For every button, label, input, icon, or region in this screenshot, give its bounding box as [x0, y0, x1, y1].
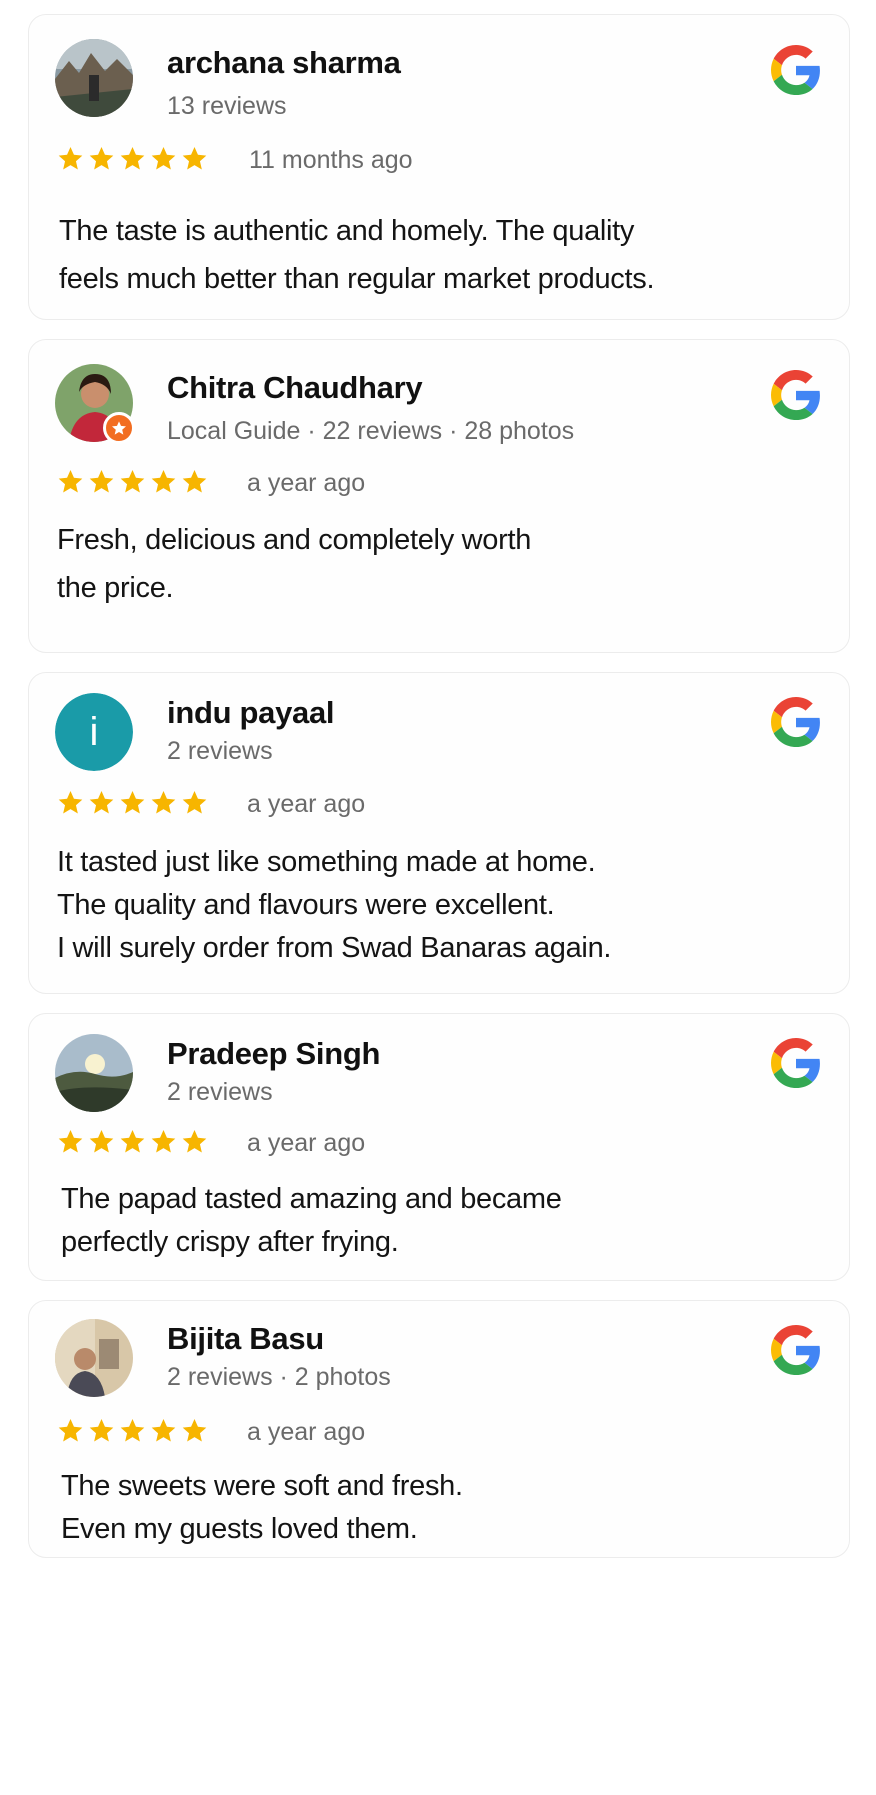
google-logo-icon [771, 1325, 821, 1375]
avatar[interactable]: i [55, 693, 133, 771]
star-icon [181, 145, 208, 172]
review-card: archana sharma 13 reviews 11 months ago … [28, 14, 850, 320]
reviewer-meta: 2 reviews [167, 737, 273, 765]
review-time: a year ago [247, 790, 366, 818]
reviewer-meta: 2 reviews · 2 photos [167, 1363, 391, 1391]
reviewer-name[interactable]: Pradeep Singh [167, 1036, 380, 1072]
star-icon [150, 789, 177, 816]
review-time: 11 months ago [249, 146, 413, 174]
star-icon [88, 1417, 115, 1444]
reviewer-meta: 13 reviews [167, 92, 287, 120]
review-card: Chitra Chaudhary Local Guide · 22 review… [28, 339, 850, 653]
star-rating [57, 468, 208, 495]
star-icon [181, 789, 208, 816]
star-icon [181, 1417, 208, 1444]
local-guide-star-icon [103, 412, 135, 444]
reviewer-name[interactable]: archana sharma [167, 45, 401, 81]
star-icon [119, 468, 146, 495]
star-icon [88, 468, 115, 495]
star-icon [88, 789, 115, 816]
star-icon [57, 789, 84, 816]
star-rating [57, 145, 208, 172]
star-icon [88, 1128, 115, 1155]
reviewer-name[interactable]: Chitra Chaudhary [167, 370, 423, 406]
star-icon [88, 145, 115, 172]
star-rating [57, 1417, 208, 1444]
review-card: Pradeep Singh 2 reviews a year ago The p… [28, 1013, 850, 1281]
google-logo-icon [771, 1038, 821, 1088]
star-icon [57, 1417, 84, 1444]
review-text: The papad tasted amazing and became perf… [61, 1183, 562, 1258]
avatar[interactable] [55, 39, 133, 117]
star-icon [57, 468, 84, 495]
review-time: a year ago [247, 1129, 366, 1157]
star-icon [119, 145, 146, 172]
star-icon [150, 1417, 177, 1444]
star-icon [181, 1128, 208, 1155]
review-card: Bijita Basu 2 reviews · 2 photos a year … [28, 1300, 850, 1558]
review-text: It tasted just like something made at ho… [57, 846, 612, 964]
review-text: The sweets were soft and fresh. Even my … [61, 1470, 463, 1545]
star-icon [181, 468, 208, 495]
star-rating [57, 789, 208, 816]
star-icon [119, 1128, 146, 1155]
review-text: The taste is authentic and homely. The q… [59, 215, 655, 295]
avatar-letter: i [55, 693, 133, 771]
reviewer-name[interactable]: Bijita Basu [167, 1321, 324, 1357]
review-time: a year ago [247, 1418, 366, 1446]
star-icon [57, 1128, 84, 1155]
star-icon [57, 145, 84, 172]
star-icon [150, 1128, 177, 1155]
star-icon [119, 1417, 146, 1444]
avatar[interactable] [55, 1034, 133, 1112]
review-time: a year ago [247, 469, 366, 497]
review-card: i indu payaal 2 reviews a year ago It ta… [28, 672, 850, 994]
reviewer-name[interactable]: indu payaal [167, 695, 335, 731]
google-logo-icon [771, 45, 821, 95]
google-logo-icon [771, 697, 821, 747]
review-text: Fresh, delicious and completely worth th… [57, 524, 532, 604]
star-icon [119, 789, 146, 816]
google-logo-icon [771, 370, 821, 420]
star-rating [57, 1128, 208, 1155]
star-icon [150, 468, 177, 495]
avatar[interactable] [55, 1319, 133, 1397]
reviewer-meta: Local Guide · 22 reviews · 28 photos [167, 417, 575, 445]
reviewer-meta: 2 reviews [167, 1078, 273, 1106]
star-icon [150, 145, 177, 172]
